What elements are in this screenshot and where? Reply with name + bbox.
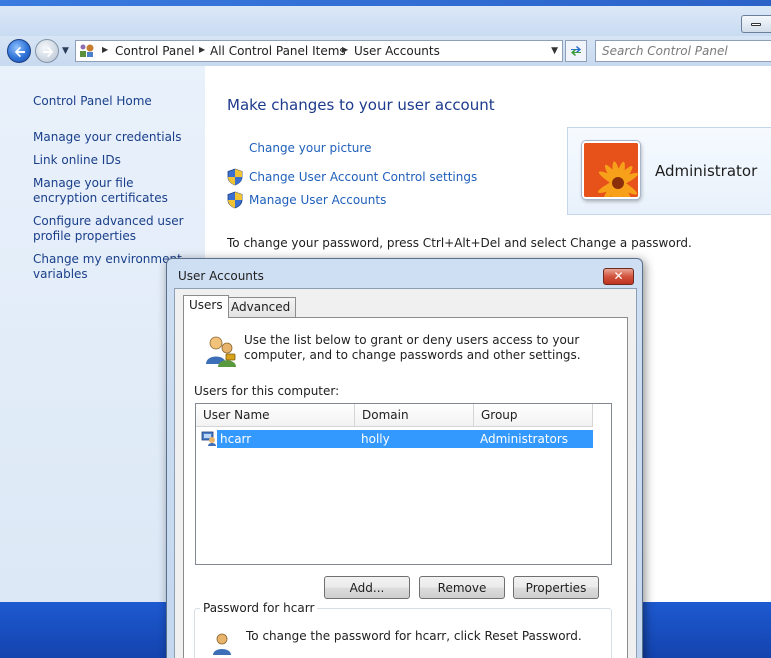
minimize-icon (751, 23, 761, 26)
properties-button[interactable]: Properties (513, 576, 599, 599)
search-input[interactable] (602, 42, 771, 60)
manage-user-accounts-link[interactable]: Manage User Accounts (249, 193, 386, 207)
users-list-label: Users for this computer: (194, 384, 340, 398)
intro-text: Use the list below to grant or deny user… (244, 333, 581, 362)
uac-shield-icon (227, 191, 243, 209)
page-title: Make changes to your user account (227, 96, 495, 114)
add-user-button[interactable]: Add... (324, 576, 410, 599)
user-account-icon (201, 431, 216, 446)
group-cell: Administrators (480, 432, 569, 446)
account-name: Administrator (655, 162, 758, 180)
tab-advanced[interactable]: Advanced (225, 297, 297, 317)
domain-cell: holly (361, 432, 390, 446)
breadcrumb-separator-icon: ▶ (342, 45, 349, 54)
back-button[interactable] (7, 39, 31, 63)
change-picture-link[interactable]: Change your picture (249, 141, 371, 155)
account-card: Administrator (567, 127, 771, 215)
breadcrumb-all-items[interactable]: All Control Panel Items (210, 44, 346, 58)
users-list[interactable]: User Name Domain Group hcarr holly Admin… (195, 403, 612, 565)
flower-picture-icon[interactable] (582, 141, 640, 199)
breadcrumb-separator-icon: ▶ (102, 45, 109, 54)
users-icon (206, 336, 236, 367)
uac-shield-icon (227, 168, 243, 186)
column-header-domain[interactable]: Domain (355, 404, 474, 427)
user-accounts-dialog: User Accounts ✕ Users Advanced Use the l… (166, 258, 643, 658)
dialog-body: Users Advanced Use the list below to gra… (174, 288, 637, 658)
remove-user-button[interactable]: Remove (419, 576, 505, 599)
column-header-group[interactable]: Group (474, 404, 593, 427)
user-name-cell: hcarr (220, 432, 252, 446)
minimize-button[interactable] (741, 15, 771, 33)
users-tab-panel: Use the list below to grant or deny user… (183, 317, 628, 658)
window-titlebar (0, 6, 771, 36)
table-row[interactable]: hcarr holly Administrators (217, 430, 593, 448)
password-hint-text: To change your password, press Ctrl+Alt+… (227, 236, 692, 250)
manage-credentials-link[interactable]: Manage your credentials (33, 130, 193, 145)
arrow-right-icon (43, 46, 54, 58)
change-uac-settings-link[interactable]: Change User Account Control settings (249, 170, 477, 184)
file-encryption-certificates-link[interactable]: Manage your file encryption certificates (33, 176, 193, 206)
close-button[interactable]: ✕ (603, 268, 634, 285)
breadcrumb-user-accounts[interactable]: User Accounts (354, 44, 440, 58)
chevron-down-icon[interactable]: ▼ (551, 46, 558, 56)
password-group-legend: Password for hcarr (200, 601, 318, 615)
password-groupbox: Password for hcarr To change the passwor… (194, 601, 612, 658)
advanced-profile-properties-link[interactable]: Configure advanced user profile properti… (33, 214, 193, 244)
dialog-title: User Accounts (178, 269, 264, 283)
user-key-icon (213, 633, 231, 655)
address-bar[interactable]: ▶ Control Panel ▶ All Control Panel Item… (75, 40, 563, 62)
column-header-user-name[interactable]: User Name (196, 404, 355, 427)
breadcrumb-separator-icon: ▶ (199, 45, 206, 54)
link-online-ids-link[interactable]: Link online IDs (33, 153, 193, 168)
control-panel-icon (80, 44, 94, 57)
navigation-bar: ▼ ▶ Control Panel ▶ All Control Panel It… (0, 36, 771, 66)
search-box[interactable] (595, 40, 771, 62)
recent-pages-dropdown[interactable]: ▼ (62, 46, 69, 56)
control-panel-home-link[interactable]: Control Panel Home (33, 94, 193, 109)
breadcrumb-control-panel[interactable]: Control Panel (115, 44, 195, 58)
refresh-button[interactable] (565, 40, 587, 62)
arrow-left-icon (14, 46, 25, 58)
password-group-text: To change the password for hcarr, click … (246, 629, 582, 643)
forward-button[interactable] (35, 39, 59, 63)
refresh-icon (571, 46, 581, 56)
tab-users[interactable]: Users (183, 295, 229, 318)
